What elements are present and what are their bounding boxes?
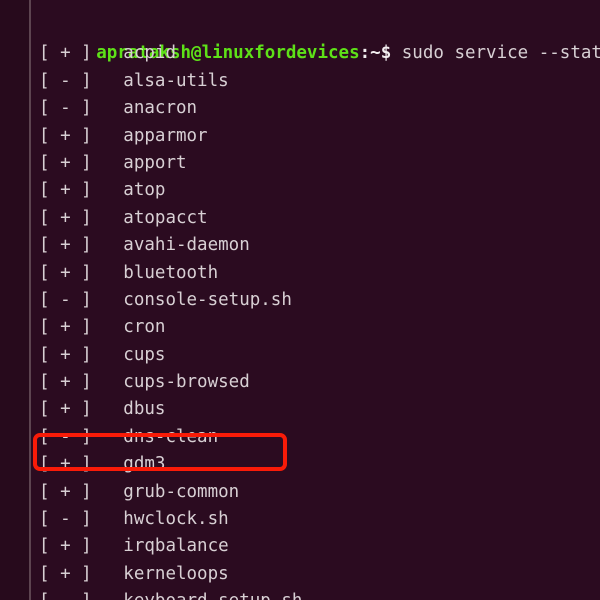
service-row-spacer <box>92 290 124 310</box>
service-name: grub-common <box>123 481 240 502</box>
service-row-spacer <box>92 564 124 584</box>
service-row: [ - ] anacron <box>31 95 600 122</box>
service-name: dbus <box>123 399 166 420</box>
service-name: apport <box>123 152 187 173</box>
service-name: kerneloops <box>123 563 229 584</box>
service-row: [ + ] apport <box>31 150 600 177</box>
service-name: atopacct <box>123 207 208 228</box>
service-row: [ - ] dns-clean <box>31 424 600 451</box>
service-status-indicator: [ + ] <box>39 207 92 228</box>
terminal-left-gutter <box>0 0 29 600</box>
service-status-indicator: [ + ] <box>39 344 92 365</box>
service-name: apparmor <box>123 125 208 146</box>
service-row-spacer <box>92 126 124 146</box>
service-row: [ + ] bluetooth <box>31 260 600 287</box>
service-name: cups <box>123 344 166 365</box>
service-row-spacer <box>92 98 124 118</box>
service-name: atop <box>123 180 166 201</box>
service-status-indicator: [ + ] <box>39 399 92 420</box>
service-status-indicator: [ + ] <box>39 317 92 338</box>
service-row: [ - ] console-setup.sh <box>31 287 600 314</box>
service-row: [ + ] cron <box>31 314 600 341</box>
service-name: bluetooth <box>123 262 219 283</box>
service-status-indicator: [ + ] <box>39 125 92 146</box>
service-row: [ + ] avahi-daemon <box>31 232 600 259</box>
service-row-spacer <box>92 482 124 502</box>
service-row-spacer <box>92 208 124 228</box>
terminal-output-area[interactable]: aprataksh@linuxfordevices:~$ sudo servic… <box>31 0 600 600</box>
service-row-spacer <box>92 591 124 600</box>
service-status-indicator: [ + ] <box>39 454 92 475</box>
service-row-spacer <box>92 536 124 556</box>
service-row-spacer <box>92 372 124 392</box>
shell-prompt-line: aprataksh@linuxfordevices:~$ sudo servic… <box>31 13 600 63</box>
service-row-spacer <box>92 454 124 474</box>
service-status-list: [ + ] acpid[ - ] alsa-utils[ - ] anacron… <box>31 40 600 600</box>
service-row-spacer <box>92 235 124 255</box>
service-row: [ + ] cups-browsed <box>31 369 600 396</box>
service-row-spacer <box>92 43 124 63</box>
service-row: [ + ] irqbalance <box>31 533 600 560</box>
service-row-spacer <box>92 317 124 337</box>
service-status-indicator: [ + ] <box>39 563 92 584</box>
service-row: [ + ] gdm3 <box>31 451 600 478</box>
service-row-spacer <box>92 399 124 419</box>
service-row: [ - ] alsa-utils <box>31 68 600 95</box>
service-row-spacer <box>92 71 124 91</box>
service-status-indicator: [ - ] <box>39 98 92 119</box>
service-row: [ + ] cups <box>31 342 600 369</box>
service-row-spacer <box>92 153 124 173</box>
service-status-indicator: [ - ] <box>39 509 92 530</box>
service-status-indicator: [ - ] <box>39 70 92 91</box>
service-name: acpid <box>123 43 176 64</box>
service-name: anacron <box>123 98 198 119</box>
service-row: [ + ] atopacct <box>31 205 600 232</box>
service-status-indicator: [ + ] <box>39 372 92 393</box>
service-row: [ + ] dbus <box>31 396 600 423</box>
service-row: [ + ] grub-common <box>31 479 600 506</box>
service-status-indicator: [ + ] <box>39 235 92 256</box>
service-status-indicator: [ + ] <box>39 262 92 283</box>
service-row-spacer <box>92 345 124 365</box>
service-row: [ - ] keyboard-setup.sh <box>31 588 600 600</box>
service-name: hwclock.sh <box>123 509 229 530</box>
service-name: irqbalance <box>123 536 229 557</box>
service-name: console-setup.sh <box>123 289 292 310</box>
service-status-indicator: [ - ] <box>39 426 92 447</box>
service-status-indicator: [ + ] <box>39 180 92 201</box>
service-row: [ + ] kerneloops <box>31 561 600 588</box>
service-name: avahi-daemon <box>123 235 250 256</box>
service-name: cups-browsed <box>123 372 250 393</box>
service-name: alsa-utils <box>123 70 229 91</box>
service-row-spacer <box>92 509 124 529</box>
service-name: dns-clean <box>123 426 219 447</box>
service-status-indicator: [ + ] <box>39 536 92 557</box>
service-name: keyboard-setup.sh <box>123 591 302 600</box>
shell-command-text: sudo service --status-all <box>401 43 600 64</box>
service-status-indicator: [ - ] <box>39 289 92 310</box>
service-row: [ + ] apparmor <box>31 123 600 150</box>
service-row-spacer <box>92 180 124 200</box>
service-status-indicator: [ + ] <box>39 152 92 173</box>
service-row-spacer <box>92 427 124 447</box>
service-name: cron <box>123 317 166 338</box>
service-row-spacer <box>92 263 124 283</box>
prompt-path-symbol: :~$ <box>359 43 392 64</box>
service-name: gdm3 <box>123 454 166 475</box>
service-status-indicator: [ + ] <box>39 481 92 502</box>
service-row: [ + ] atop <box>31 177 600 204</box>
terminal-window[interactable]: aprataksh@linuxfordevices:~$ sudo servic… <box>0 0 600 600</box>
service-row: [ - ] hwclock.sh <box>31 506 600 533</box>
service-status-indicator: [ - ] <box>39 591 92 600</box>
service-status-indicator: [ + ] <box>39 43 92 64</box>
